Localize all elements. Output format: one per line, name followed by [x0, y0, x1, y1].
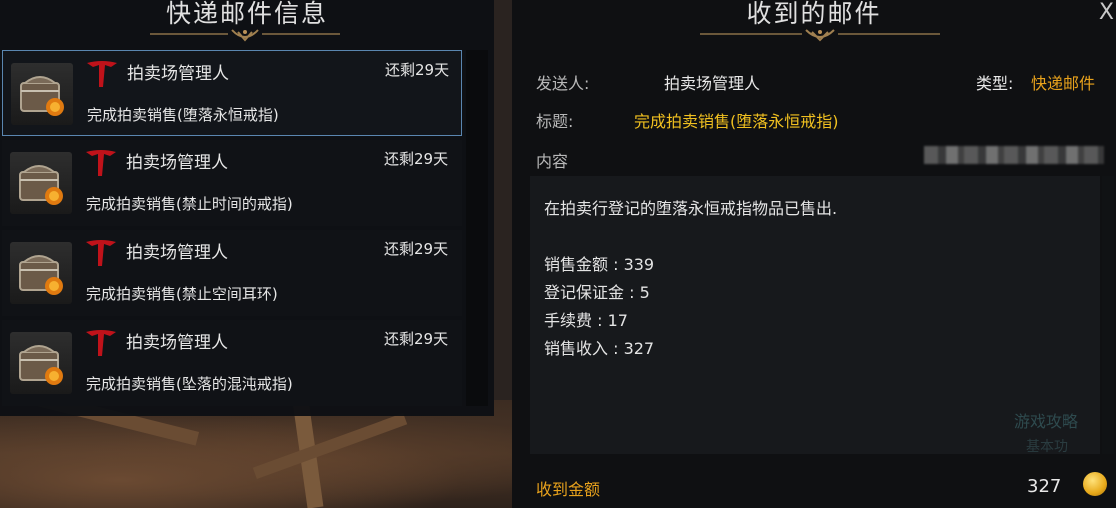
- mail-subject: 完成拍卖销售(禁止空间耳环): [86, 285, 278, 303]
- treasure-chest-icon: [10, 242, 72, 304]
- sender-logo-icon: [86, 240, 116, 266]
- mail-subject: 完成拍卖销售(禁止时间的戒指): [86, 195, 293, 213]
- sender-label: 发送人:: [536, 74, 590, 93]
- type-value: 快递邮件: [1031, 74, 1096, 93]
- blurred-redaction: [924, 146, 1104, 164]
- content-line: 销售收入 : 327: [544, 339, 655, 358]
- watermark-text: 游戏攻略: [1014, 412, 1079, 431]
- sender-value: 拍卖场管理人: [664, 74, 761, 93]
- mail-list-scrollbar[interactable]: [466, 50, 488, 406]
- received-amount-label: 收到金额: [536, 480, 601, 499]
- mail-sender: 拍卖场管理人: [126, 153, 228, 173]
- scene-beam: [252, 413, 408, 479]
- mail-sender: 拍卖场管理人: [126, 243, 228, 263]
- sender-logo-icon: [87, 61, 117, 87]
- mail-remaining-days: 还剩29天: [385, 61, 450, 79]
- content-line: 销售金额 : 339: [544, 255, 655, 274]
- content-label: 内容: [536, 152, 569, 171]
- title-ornament-icon: [150, 29, 340, 42]
- treasure-chest-icon: [11, 63, 73, 125]
- sender-logo-icon: [86, 150, 116, 176]
- mail-item[interactable]: 拍卖场管理人 还剩29天 完成拍卖销售(堕落永恒戒指): [2, 50, 462, 136]
- subject-label: 标题:: [536, 112, 574, 131]
- mail-item[interactable]: 拍卖场管理人 还剩29天 完成拍卖销售(禁止空间耳环): [2, 230, 462, 316]
- type-label: 类型:: [976, 74, 1014, 93]
- background-scene: [0, 388, 520, 508]
- close-icon[interactable]: X: [1099, 0, 1114, 25]
- mail-item[interactable]: 拍卖场管理人 还剩29天 完成拍卖销售(禁止时间的戒指): [2, 140, 462, 226]
- mail-item[interactable]: 拍卖场管理人 还剩29天 完成拍卖销售(坠落的混沌戒指): [2, 320, 462, 406]
- mail-remaining-days: 还剩29天: [384, 150, 449, 168]
- content-line: 在拍卖行登记的堕落永恒戒指物品已售出.: [544, 199, 838, 218]
- mail-sender: 拍卖场管理人: [126, 333, 228, 353]
- watermark-text: 基本功: [1026, 439, 1068, 455]
- mail-sender: 拍卖场管理人: [127, 64, 229, 84]
- sender-logo-icon: [86, 330, 116, 356]
- treasure-chest-icon: [10, 152, 72, 214]
- content-line: 登记保证金 : 5: [544, 283, 650, 302]
- mail-remaining-days: 还剩29天: [384, 240, 449, 258]
- mail-list: 拍卖场管理人 还剩29天 完成拍卖销售(堕落永恒戒指) 拍卖场管理人 还剩29天…: [2, 50, 462, 410]
- content-scrollbar[interactable]: [1102, 176, 1114, 454]
- mail-remaining-days: 还剩29天: [384, 330, 449, 348]
- content-line: 手续费 : 17: [544, 311, 628, 330]
- subject-value: 完成拍卖销售(堕落永恒戒指): [634, 112, 839, 131]
- mail-subject: 完成拍卖销售(坠落的混沌戒指): [86, 375, 293, 393]
- mail-subject: 完成拍卖销售(堕落永恒戒指): [87, 106, 279, 124]
- gold-coin-icon: [1083, 472, 1107, 496]
- treasure-chest-icon: [10, 332, 72, 394]
- title-ornament-icon: [700, 29, 940, 42]
- received-amount: 327: [1027, 476, 1062, 497]
